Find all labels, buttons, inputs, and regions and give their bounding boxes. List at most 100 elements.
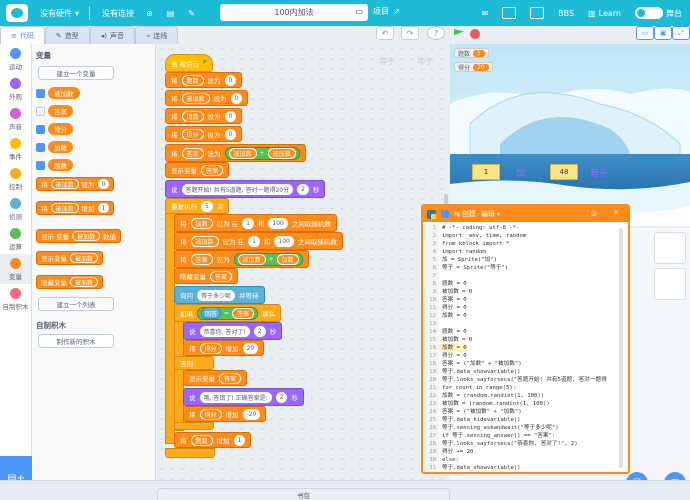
window-icon[interactable] (530, 7, 545, 19)
set-answer-block[interactable]: 将答案 设为 被加数 + 被加数 (165, 144, 306, 162)
hide-variable-block[interactable]: 隐藏变量 答案 (174, 268, 239, 284)
code-line[interactable]: 18 答案 = ("加数" + "被加数") (423, 360, 628, 368)
sprite-thumbnail[interactable] (654, 268, 686, 300)
var-dropdown[interactable]: 被加数 (50, 179, 79, 189)
var-reporter[interactable]: 得分 (48, 123, 73, 135)
code-line[interactable]: 24 答案 = ("被加数" + "加数") (423, 408, 628, 416)
code-line[interactable]: 20 等于.looks_sayforsecs("答题开始! 共有5道题, 答对一题… (423, 376, 628, 384)
make-block-button[interactable]: 制作新的积木 (38, 334, 114, 348)
stage-canvas[interactable]: 题数 1 得分 20 1 加 48 等于 (450, 44, 690, 226)
settings-icon[interactable]: ◎ (591, 209, 597, 217)
undo-button[interactable]: ↶ (376, 26, 394, 40)
change-variable-block[interactable]: 将 被加数 增加 1 (36, 201, 115, 215)
code-line[interactable]: 9 被加数 = 0 (423, 288, 628, 296)
plus-sprite[interactable]: 加 (516, 166, 525, 179)
edit-icon[interactable]: ✎ (188, 9, 195, 18)
redo-button[interactable]: ↷ (401, 26, 419, 40)
backpack-tab[interactable]: 书包 (157, 488, 450, 500)
globe-icon[interactable]: ⊕ (146, 9, 153, 18)
show-variable-block[interactable]: 显示变量 答案 (183, 370, 248, 386)
code-line[interactable]: 10 答案 = 0 (423, 296, 628, 304)
tab-sounds[interactable]: ◂) 声音 (89, 26, 135, 44)
repeat-block[interactable]: 重复执行 5 次 (165, 198, 230, 214)
code-line[interactable]: 27 if 等于.sensing_answer() == "答案": (423, 432, 628, 440)
category-sensing[interactable]: 侦测 (0, 194, 31, 224)
set-variable-block[interactable]: 将得分 设为 0 (165, 126, 243, 142)
var-reporter[interactable]: 加数 (48, 141, 73, 153)
connection-menu[interactable]: 没有连接 (102, 8, 134, 19)
code-line[interactable]: 21 for count in range(5): (423, 384, 628, 392)
show-variable-block[interactable]: 显示变量 被加数 (36, 251, 104, 265)
code-line[interactable]: 15 被加数 = 0 (423, 336, 628, 344)
help-button[interactable]: ? (427, 26, 445, 40)
make-list-button[interactable]: 建立一个列表 (38, 297, 114, 311)
fullscreen-button[interactable]: ⤢ (672, 26, 690, 40)
code-line[interactable]: 19 等于.data_showvariable() (423, 368, 628, 376)
set-variable-block[interactable]: 将 被加数 设为 0 (36, 177, 115, 191)
code-line[interactable]: 4 import random (423, 248, 628, 256)
code-line[interactable]: 6 等于 = Sprite("等于") (423, 264, 628, 272)
green-flag-button[interactable] (454, 29, 464, 35)
code-line[interactable]: 22 加数 = (random.randint(1, 100)) (423, 392, 628, 400)
python-code-editor[interactable]: 1 # -*- coding: utf-8 -*- 2 import _env, ti… (423, 224, 628, 472)
code-line[interactable]: 2 import _env, time, random (423, 232, 628, 240)
close-icon[interactable]: ✕ (613, 209, 619, 217)
category-my-blocks[interactable]: 自制积木 (0, 284, 31, 314)
theme-toggle[interactable] (635, 7, 663, 19)
category-variables[interactable]: 变量 (0, 254, 31, 284)
random-set-block[interactable]: 将加数 设为 在 1 和 100 之间取随机数 (174, 214, 337, 232)
code-line[interactable]: 5加 = Sprite("加") (423, 256, 628, 264)
var-dropdown[interactable]: 被加数 (70, 277, 99, 287)
folder-icon[interactable]: ▭ (355, 7, 363, 16)
edit-menu[interactable]: 编辑 ▾ (481, 209, 501, 219)
set-variable-block[interactable]: 将题数 设为 0 (165, 72, 243, 88)
code-line[interactable]: 16 加数 = 0 (423, 344, 628, 352)
code-line[interactable]: 26 等于.sensing_askandwait("等于多少呢") (423, 424, 628, 432)
category-control[interactable]: 控制 (0, 164, 31, 194)
stop-button[interactable] (470, 29, 480, 39)
tab-code[interactable]: ≡ 代码 (0, 26, 45, 44)
code-line[interactable]: 28 等于.looks_sayforsecs("恭喜你, 答对了!", 2) (423, 440, 628, 448)
say-for-secs-block[interactable]: 说答题开始! 共有5道题, 答对一题得20分 2 秒 (165, 180, 326, 198)
code-line[interactable]: 8 题数 = 0 (423, 280, 628, 288)
make-variable-button[interactable]: 建立一个变量 (38, 66, 114, 80)
code-line[interactable]: 31 等于.data_showvariable() (423, 464, 628, 472)
change-score-block[interactable]: 将得分 增加 20 (183, 340, 265, 356)
var-dropdown[interactable]: 被加数 (70, 253, 99, 263)
python-code-window[interactable]: ⇆ 创建 编辑 ▾ ◎ ✕ 1 # -*- coding: utf-8 -*- 2 imp… (421, 204, 630, 474)
category-looks[interactable]: 外观 (0, 74, 31, 104)
show-variable-cloud-block[interactable]: 显示 变量 被加数 数值 (36, 229, 122, 243)
var-reporter[interactable]: 题数 (48, 159, 73, 171)
tab-wiring[interactable]: ⌁ 连线 (135, 26, 179, 44)
change-count-block[interactable]: 将题数 增加 1 (174, 432, 252, 448)
code-line[interactable]: 23 被加数 = (random.randint(1, 100)) (423, 400, 628, 408)
project-title-input[interactable]: 100内加法 ▭ (220, 4, 368, 21)
tab-costumes[interactable]: ✎ 造型 (44, 26, 90, 44)
say-for-secs-block[interactable]: 说哦, 答错了! 正确答案是: 2 秒 (183, 388, 304, 406)
hide-variable-block[interactable]: 隐藏变量 被加数 (36, 275, 104, 289)
code-line[interactable]: 7 (423, 272, 628, 280)
set-answer-block[interactable]: 将答案 设为 被加数 + 加数 (174, 250, 309, 268)
category-events[interactable]: 事件 (0, 134, 31, 164)
category-motion[interactable]: 运动 (0, 44, 31, 74)
file-icon[interactable]: ▤ (167, 9, 175, 18)
category-operators[interactable]: 运算 (0, 224, 31, 254)
set-variable-block[interactable]: 将被加数 设为 0 (165, 90, 249, 106)
small-stage-button[interactable]: ▭ (636, 26, 654, 40)
code-line[interactable]: 11 得分 = 0 (423, 304, 628, 312)
var-checkbox[interactable] (36, 161, 45, 170)
code-line[interactable]: 13 (423, 320, 628, 328)
if-else-block[interactable]: 如果 回答 = 答案 那么 (174, 304, 282, 322)
variable-monitor[interactable]: 得分 20 (454, 62, 493, 72)
app-logo[interactable] (6, 4, 28, 22)
project-menu[interactable]: 项目 ↗ (373, 6, 400, 17)
equals-sprite[interactable]: 等于 (590, 166, 608, 179)
var-checkbox[interactable] (36, 125, 45, 134)
code-line[interactable]: 1 # -*- coding: utf-8 -*- (423, 224, 628, 232)
large-stage-button[interactable]: ▣ (654, 26, 672, 40)
var-reporter[interactable]: 被加数 (48, 87, 80, 99)
code-line[interactable]: 30 else: (423, 456, 628, 464)
change-score-block[interactable]: 将得分 增加 -20 (183, 406, 267, 422)
camera-icon[interactable] (502, 7, 517, 19)
var-checkbox[interactable] (36, 107, 45, 116)
